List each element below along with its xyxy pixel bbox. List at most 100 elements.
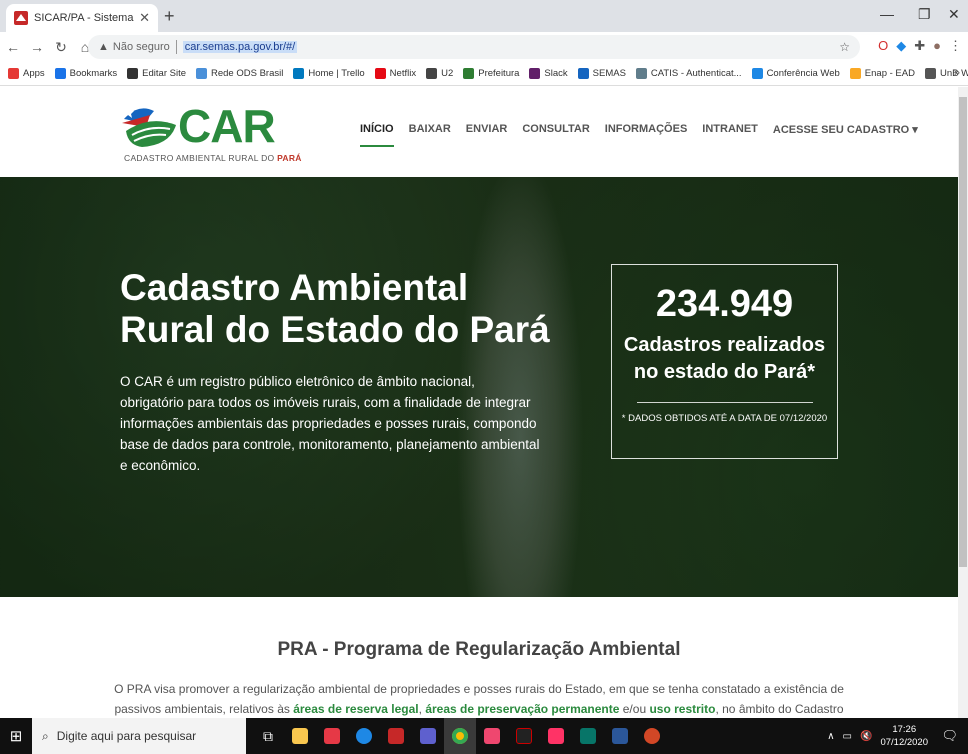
paint-icon[interactable]: [412, 718, 444, 754]
search-icon: ⌕: [42, 728, 49, 743]
nav-item[interactable]: BAIXAR: [409, 123, 451, 147]
taskbar-search-placeholder: Digite aqui para pesquisar: [56, 729, 197, 743]
nav-item[interactable]: CONSULTAR: [522, 123, 589, 147]
restore-button[interactable]: ❐: [918, 6, 931, 23]
taskbar-search[interactable]: ⌕ Digite aqui para pesquisar: [32, 718, 246, 754]
bookmarks-overflow-icon[interactable]: »: [954, 67, 960, 79]
bookmark-item[interactable]: Enap - EAD: [849, 68, 915, 79]
bookmark-favicon-icon: [426, 68, 438, 79]
app-icon[interactable]: [508, 718, 540, 754]
bookmark-item[interactable]: Slack: [529, 68, 568, 79]
bookmark-label: Editar Site: [142, 68, 186, 79]
volume-icon[interactable]: 🔇: [860, 731, 872, 742]
word-icon[interactable]: [604, 718, 636, 754]
bookmark-favicon-icon: [196, 68, 207, 79]
opera-icon[interactable]: O: [878, 38, 888, 54]
bookmark-item[interactable]: U2: [426, 68, 453, 79]
bookmark-favicon-icon: [924, 68, 936, 79]
bookmark-item[interactable]: Prefeitura: [463, 68, 519, 79]
nav-item[interactable]: INÍCIO: [360, 123, 394, 147]
browser-tab-bar: SICAR/PA - Sistema de Cadastro ✕ + — ❐ ✕: [0, 0, 968, 32]
web-page: CAR CADASTRO AMBIENTAL RURAL DO PARÁ INÍ…: [0, 87, 958, 718]
bookmark-favicon-icon: [127, 68, 139, 79]
bookmark-favicon-icon: [529, 68, 541, 79]
bookmark-item[interactable]: CATIS - Authenticat...: [635, 68, 742, 79]
logo-tagline: CADASTRO AMBIENTAL RURAL DO PARÁ: [124, 153, 302, 163]
back-arrow-icon[interactable]: ←: [2, 39, 24, 55]
notification-icon[interactable]: 🗨: [941, 728, 958, 744]
xmind-icon[interactable]: [476, 718, 508, 754]
taskbar-apps: ⧉: [252, 718, 668, 754]
bookmark-favicon-icon: [8, 68, 19, 79]
bookmark-item[interactable]: Bookmarks: [54, 68, 118, 79]
bookmark-item[interactable]: Editar Site: [127, 68, 186, 79]
pra-description: O PRA visa promover a regularização ambi…: [114, 682, 844, 716]
bookmark-favicon-icon: [635, 68, 647, 79]
url-text[interactable]: car.semas.pa.gov.br/#/: [182, 41, 298, 53]
extension-icons: O ◆ ✚ ● ⋮: [878, 38, 962, 54]
publisher-icon[interactable]: [572, 718, 604, 754]
system-tray: ∧ ▭ 🔇 17:26 07/12/2020: [827, 718, 928, 754]
security-label: Não seguro: [112, 41, 170, 53]
bookmark-item[interactable]: Netflix: [374, 68, 417, 79]
menu-kebab-icon[interactable]: ⋮: [949, 38, 962, 54]
bookmark-label: Slack: [544, 68, 568, 79]
shield-app-icon[interactable]: [380, 718, 412, 754]
site-header: CAR CADASTRO AMBIENTAL RURAL DO PARÁ INÍ…: [0, 87, 958, 177]
extension-icon[interactable]: ◆: [896, 38, 906, 54]
store-icon[interactable]: [316, 718, 348, 754]
forward-arrow-icon[interactable]: →: [26, 39, 48, 55]
page-scrollbar[interactable]: [958, 87, 968, 718]
taskbar-clock[interactable]: 17:26 07/12/2020: [880, 723, 928, 749]
powerpoint-icon[interactable]: [636, 718, 668, 754]
bookmark-item[interactable]: Apps: [8, 68, 45, 79]
reload-icon[interactable]: ↻: [50, 39, 72, 56]
site-favicon-icon: [14, 11, 28, 25]
bookmark-item[interactable]: Rede ODS Brasil: [196, 68, 283, 79]
bookmark-item[interactable]: UnB Webmail Aluno: [924, 68, 968, 79]
file-explorer-icon[interactable]: [284, 718, 316, 754]
warning-icon: ▲: [98, 41, 109, 53]
task-view-icon[interactable]: ⧉: [252, 718, 284, 754]
browser-tab[interactable]: SICAR/PA - Sistema de Cadastro ✕: [6, 4, 158, 32]
nav-item[interactable]: ACESSE SEU CADASTRO ▾: [773, 123, 918, 147]
windows-start-icon[interactable]: ⊞: [0, 718, 32, 754]
bookmark-label: Netflix: [389, 68, 417, 79]
tray-overflow-icon[interactable]: ∧: [827, 731, 834, 742]
bookmark-item[interactable]: Home | Trello: [293, 68, 365, 79]
hero-title: Cadastro Ambiental Rural do Estado do Pa…: [120, 267, 550, 350]
hero-banner: Cadastro Ambiental Rural do Estado do Pa…: [0, 177, 958, 597]
bookmark-label: U2: [441, 68, 454, 79]
logo-wordmark: CAR: [178, 100, 276, 152]
bookmark-star-icon[interactable]: ☆: [839, 40, 850, 54]
minimize-button[interactable]: —: [880, 6, 894, 22]
bookmark-label: Bookmarks: [69, 68, 118, 79]
bookmark-item[interactable]: SEMAS: [577, 68, 626, 79]
pra-section: PRA - Programa de Regularização Ambienta…: [0, 597, 958, 718]
puzzle-icon[interactable]: ✚: [914, 38, 925, 54]
car-logo[interactable]: CAR CADASTRO AMBIENTAL RURAL DO PARÁ: [120, 100, 301, 163]
bookmark-favicon-icon: [751, 68, 763, 79]
profile-avatar-icon[interactable]: ●: [933, 38, 941, 54]
window-close-button[interactable]: ✕: [948, 6, 960, 23]
bookmarks-bar: Apps Bookmarks Editar Site Rede ODS Brasil H…: [0, 62, 968, 86]
bookmark-label: Apps: [23, 68, 45, 79]
address-bar[interactable]: ▲ Não seguro car.semas.pa.gov.br/#/ ☆: [88, 35, 860, 59]
nav-item[interactable]: INFORMAÇÕES: [605, 123, 688, 147]
edge-icon[interactable]: [348, 718, 380, 754]
battery-icon[interactable]: ▭: [843, 731, 852, 742]
chrome-icon[interactable]: [444, 718, 476, 754]
nav-item[interactable]: INTRANET: [702, 123, 758, 147]
stat-number: 234.949: [655, 283, 794, 325]
bookmark-label: Conferência Web: [766, 68, 840, 79]
registrations-stat-box: 234.949 Cadastros realizados no estado d…: [611, 264, 838, 459]
clock-time: 17:26: [892, 724, 917, 735]
bookmark-item[interactable]: Conferência Web: [751, 68, 840, 79]
nav-item[interactable]: ENVIAR: [466, 123, 508, 147]
invision-icon[interactable]: [540, 718, 572, 754]
bookmark-label: CATIS - Authenticat...: [650, 68, 742, 79]
windows-taskbar: ⊞ ⌕ Digite aqui para pesquisar ⧉: [0, 718, 968, 754]
tab-close-icon[interactable]: ✕: [139, 10, 150, 26]
scrollbar-thumb[interactable]: [959, 97, 967, 567]
new-tab-button[interactable]: +: [164, 6, 175, 27]
